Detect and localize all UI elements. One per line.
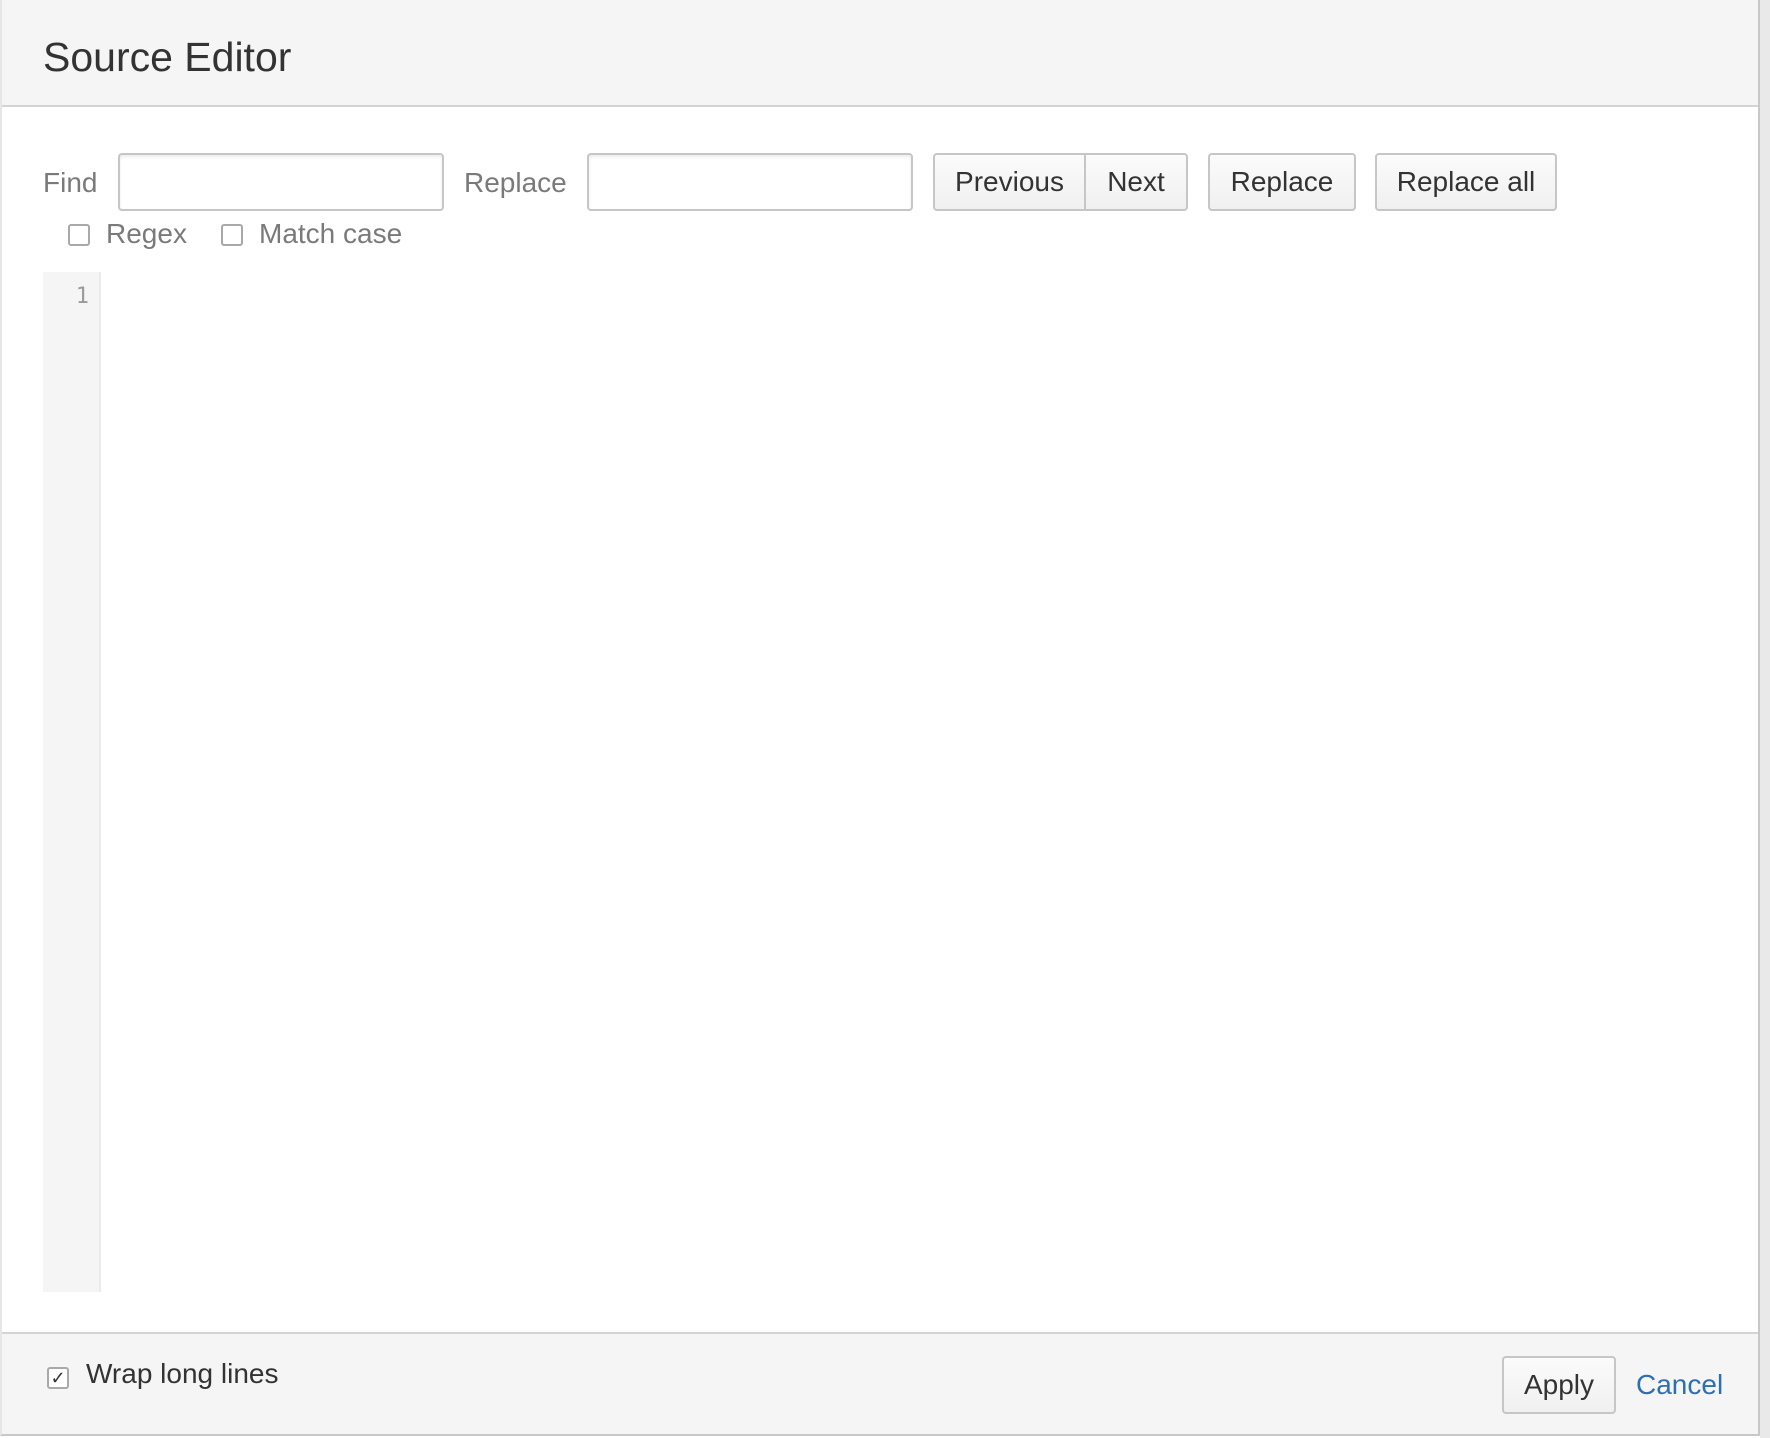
replace-all-button[interactable]: Replace all xyxy=(1375,153,1557,211)
apply-button[interactable]: Apply xyxy=(1502,1356,1616,1414)
wrap-long-lines-checkbox[interactable]: ✓ xyxy=(47,1367,69,1389)
cancel-link[interactable]: Cancel xyxy=(1636,1368,1723,1402)
code-editor: 1 xyxy=(43,272,1721,1292)
match-case-checkbox[interactable] xyxy=(221,224,243,246)
replace-label: Replace xyxy=(464,167,567,198)
dialog-footer: ✓ Wrap long lines Apply Cancel xyxy=(2,1332,1758,1434)
next-button[interactable]: Next xyxy=(1086,153,1188,211)
replace-input[interactable] xyxy=(587,153,913,211)
dialog-header: Source Editor xyxy=(2,0,1758,107)
dialog-title: Source Editor xyxy=(43,34,292,80)
regex-label: Regex xyxy=(106,218,187,249)
line-number-gutter: 1 xyxy=(43,272,101,1292)
regex-checkbox[interactable] xyxy=(68,224,90,246)
code-text-area[interactable] xyxy=(103,272,1721,1292)
previous-button[interactable]: Previous xyxy=(933,153,1086,211)
replace-button[interactable]: Replace xyxy=(1208,153,1356,211)
find-input[interactable] xyxy=(118,153,444,211)
find-label: Find xyxy=(43,167,98,198)
match-case-label: Match case xyxy=(259,218,403,249)
page-background-edge xyxy=(1760,0,1770,1438)
checkmark-icon: ✓ xyxy=(50,1368,66,1388)
wrap-long-lines-label: Wrap long lines xyxy=(86,1358,279,1389)
source-editor-dialog: Source Editor Find Replace Previous Next… xyxy=(0,0,1760,1436)
line-number: 1 xyxy=(75,284,89,309)
